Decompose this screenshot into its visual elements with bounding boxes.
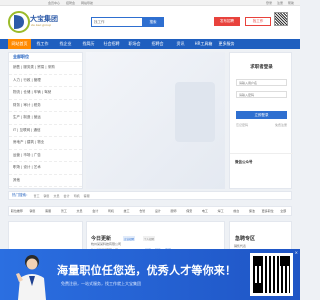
hero-banner[interactable] — [86, 52, 225, 189]
sidebar-item[interactable]: 职场 | 设计 | 艺术 — [9, 162, 82, 175]
find-job-button[interactable]: 找工作 — [245, 17, 271, 26]
wechat-title: 微信公众号 — [235, 160, 253, 164]
logo-subtitle: da bao group — [31, 23, 52, 27]
hot-search-item[interactable]: 会计 — [64, 194, 70, 198]
promo-headline: 海量职位任您选，优秀人才等你来！ — [57, 264, 237, 277]
hot-search-label: 热门搜索： — [12, 193, 30, 197]
sidebar-item[interactable]: 物流 | 仓储 | 车辆 | 驾驶 — [9, 87, 82, 100]
today-update-title: 今日更新 — [91, 236, 112, 242]
login-panel: 求职者登录 立即登录 忘记密码 免费注册 微信公众号 — [229, 52, 293, 189]
nav-find-resume[interactable]: 找简历 — [77, 39, 100, 49]
hot-search-item[interactable]: 普工 — [34, 194, 40, 198]
hot-search-item[interactable]: 文员 — [54, 194, 60, 198]
category-item[interactable]: 会计 — [87, 209, 103, 213]
promo-banner[interactable]: 海量职位任您选，优秀人才等你来！ 免费注册，一站式服务，找工作就上大宝集团 × — [0, 249, 300, 300]
company-recruit-tab[interactable]: 企业招聘 — [123, 236, 136, 241]
urgent-hiring-title: 急聘专区 — [235, 236, 256, 242]
promo-subtitle: 免费注册，一站式服务，找工作就上大宝集团 — [61, 281, 141, 286]
search-button[interactable]: 搜索 — [142, 17, 164, 27]
qr-code-icon — [274, 12, 288, 26]
help-link[interactable]: 帮助 — [288, 1, 294, 5]
update-row[interactable]: 杭州某某科技有限公司 — [91, 242, 121, 246]
sidebar-item[interactable]: 运营 | 市场 | 广告 — [9, 150, 82, 162]
nav-find-company[interactable]: 找企业 — [54, 39, 77, 49]
sidebar-item[interactable]: 人力 | 行政 | 管理 — [9, 75, 82, 87]
category-item[interactable]: 技工 — [119, 209, 135, 213]
hot-search-item[interactable]: 客服 — [84, 194, 90, 198]
nav-home[interactable]: 网站首页 — [8, 39, 31, 49]
nav-social-recruit[interactable]: 社会招聘 — [100, 39, 123, 49]
category-item[interactable]: 客服 — [40, 209, 56, 213]
login-title: 求职者登录 — [250, 65, 273, 70]
register-link[interactable]: 免费注册 — [275, 123, 287, 127]
category-item[interactable]: 保安 — [181, 209, 197, 213]
category-item[interactable]: 文员 — [72, 209, 88, 213]
divider — [230, 153, 293, 154]
login-link[interactable]: 登录 — [266, 1, 272, 5]
banner-decoration — [175, 82, 215, 142]
nav-more[interactable]: 更多服务 — [215, 39, 238, 49]
category-item[interactable]: 焊工 — [213, 209, 229, 213]
hot-search-item[interactable]: 司机 — [74, 194, 80, 198]
post-job-button[interactable]: 发布招聘 — [214, 17, 240, 26]
sidebar-item[interactable]: 生产 | 制造 | 营运 — [9, 112, 82, 125]
close-icon[interactable]: × — [295, 250, 298, 255]
category-bar: 职位推荐 销售 客服 普工 文员 会计 司机 技工 仓管 设计 厨师 保安 电工… — [8, 206, 292, 216]
category-item[interactable]: 仓管 — [134, 209, 150, 213]
nav-hr-tools[interactable]: HR工具箱 — [192, 39, 215, 49]
sidebar-title: 全部职位 — [9, 53, 82, 62]
username-field[interactable] — [236, 79, 287, 86]
category-item[interactable]: 电工 — [197, 209, 213, 213]
personal-recruit-tab[interactable]: 个人招聘 — [143, 236, 156, 241]
password-field[interactable] — [236, 91, 287, 98]
job-category-sidebar: 全部职位 销售 | 服务类 | 贸易 | 采购 人力 | 行政 | 管理 物流 … — [8, 52, 83, 189]
category-item[interactable]: 保洁 — [244, 209, 260, 213]
category-item[interactable]: 厨师 — [166, 209, 182, 213]
nav-career-fair[interactable]: 职场会 — [123, 39, 146, 49]
urgent-job-link[interactable]: 销售代表 — [234, 244, 246, 248]
topbar-link[interactable]: 网站导航 — [81, 1, 93, 5]
logo-icon[interactable] — [8, 10, 30, 34]
category-item[interactable]: 职位推荐 — [9, 209, 25, 213]
category-item[interactable]: 更多职位 — [260, 209, 276, 213]
search-input[interactable] — [94, 18, 142, 26]
category-item[interactable]: 销售 — [25, 209, 41, 213]
promo-qr-code — [250, 253, 293, 296]
topbar-link[interactable]: 招聘会 — [66, 1, 75, 5]
nav-job-fair[interactable]: 招聘会 — [146, 39, 169, 49]
main-nav: 网站首页 找工作 找企业 找简历 社会招聘 职场会 招聘会 资讯 HR工具箱 更… — [0, 39, 300, 49]
hot-search-bar: 热门搜索： 普工 销售 文员 会计 司机 客服 — [8, 191, 292, 200]
category-item[interactable]: 全部 — [275, 209, 291, 213]
sidebar-item[interactable]: 销售 | 服务类 | 贸易 | 采购 — [9, 62, 82, 75]
nav-find-job[interactable]: 找工作 — [31, 39, 54, 49]
topbar-link[interactable]: 会员中心 — [48, 1, 60, 5]
category-item[interactable]: 前台 — [228, 209, 244, 213]
sidebar-item[interactable]: 其他 — [9, 175, 82, 187]
sidebar-item[interactable]: IT | 互联网 | 通信 — [9, 125, 82, 137]
hot-search-item[interactable]: 销售 — [44, 194, 50, 198]
category-item[interactable]: 司机 — [103, 209, 119, 213]
search-box: 搜索 — [91, 17, 164, 27]
sidebar-item[interactable]: 房地产 | 建筑 | 物业 — [9, 137, 82, 150]
site-header: 大宝集团 da bao group 搜索 发布招聘 找工作 — [0, 6, 300, 39]
qr-code-icon — [253, 256, 290, 293]
person-illustration — [16, 255, 46, 300]
company-name[interactable]: 杭州某某科技有限公司 — [91, 242, 121, 246]
nav-news[interactable]: 资讯 — [169, 39, 192, 49]
sidebar-item[interactable]: 财务 | 审计 | 税务 — [9, 100, 82, 112]
login-button[interactable]: 立即登录 — [236, 111, 287, 119]
register-link[interactable]: 注册 — [277, 1, 283, 5]
category-item[interactable]: 设计 — [150, 209, 166, 213]
forgot-password-link[interactable]: 忘记密码 — [236, 123, 248, 127]
category-item[interactable]: 普工 — [56, 209, 72, 213]
